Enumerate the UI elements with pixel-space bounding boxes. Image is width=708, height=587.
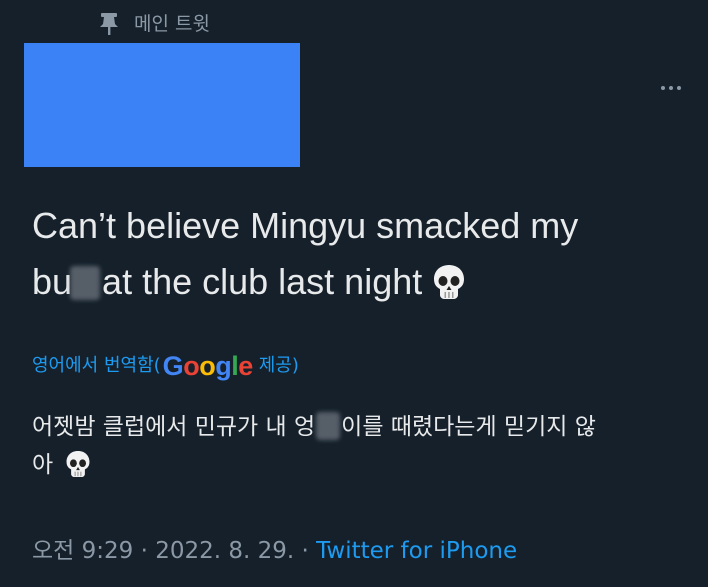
google-logo-letter: G	[162, 351, 184, 381]
translated-by-google-link[interactable]: 영어에서 번역함( Google 제공)	[32, 349, 299, 383]
google-logo: Google	[162, 349, 254, 383]
censor-blur	[70, 266, 101, 300]
translated-prefix: 영어에서 번역함(	[32, 355, 161, 376]
meta-separator: ·	[133, 538, 156, 564]
google-logo-letter: o	[183, 351, 200, 381]
translated-text-line: 아	[32, 446, 692, 490]
tweet-source-link[interactable]: Twitter for iPhone	[316, 538, 517, 564]
translated-suffix: 제공)	[258, 355, 299, 376]
tweet-text-segment: at the club last night	[102, 261, 423, 302]
tweet-time[interactable]: 오전 9:29	[32, 538, 133, 564]
tweet-text-line: Can’t believe Mingyu smacked my	[32, 198, 692, 254]
translated-text-segment: 어젯밤 클럽에서 민규가 내 엉	[32, 414, 316, 440]
tweet-text-segment: Can’t believe Mingyu smacked my	[32, 205, 579, 246]
translated-text-line: 어젯밤 클럽에서 민규가 내 엉 이를 때렸다는게 믿기지 않	[32, 408, 692, 446]
google-logo-letter: o	[199, 351, 216, 381]
translated-text-segment: 아	[32, 452, 54, 478]
tweet-date[interactable]: 2022. 8. 29.	[155, 538, 294, 564]
skull-emoji	[65, 450, 91, 490]
pinned-indicator: 메인 트윗	[98, 10, 210, 38]
tweet-text-segment: bu	[32, 261, 73, 302]
pin-icon	[98, 12, 120, 36]
tweet-metadata: 오전 9:29 · 2022. 8. 29. · Twitter for iPh…	[32, 532, 517, 570]
tweet-text: Can’t believe Mingyu smacked my bu at the…	[32, 198, 692, 316]
more-options-button[interactable]	[656, 76, 686, 100]
google-logo-letter: e	[238, 351, 253, 381]
skull-emoji	[432, 260, 466, 316]
translated-text: 어젯밤 클럽에서 민규가 내 엉 이를 때렸다는게 믿기지 않 아	[32, 408, 692, 490]
translated-text-segment: 이를 때렸다는게 믿기지 않	[341, 414, 596, 440]
google-logo-letter: g	[215, 351, 232, 381]
censor-blur	[316, 412, 341, 440]
meta-separator: ·	[294, 538, 317, 564]
pinned-label: 메인 트윗	[134, 13, 210, 35]
tweet-text-line: bu at the club last night	[32, 254, 692, 316]
author-redaction-block	[24, 43, 300, 167]
more-icon	[661, 86, 665, 90]
